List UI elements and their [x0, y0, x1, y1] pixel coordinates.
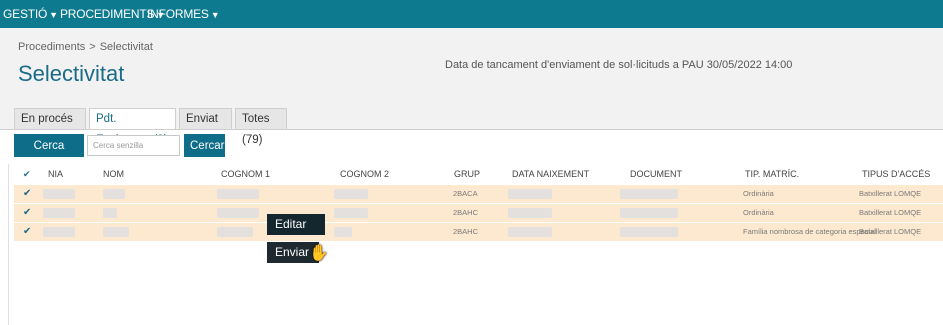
breadcrumb-current: Selectivitat — [99, 41, 153, 53]
breadcrumb-separator: > — [89, 41, 96, 53]
deadline-notice: Data de tancament d'enviament de sol·lic… — [445, 59, 793, 71]
cell-grup: 2BACA — [453, 189, 478, 198]
tabs-divider — [0, 129, 943, 130]
row-checkbox[interactable]: ✔ — [23, 226, 31, 237]
redacted-data-naixement — [508, 208, 552, 218]
table-left-border — [8, 164, 9, 325]
redacted-nia — [43, 208, 75, 218]
table-row[interactable]: ✔ 2BAHC Família nombrosa de categoria es… — [14, 223, 943, 242]
redacted-document — [620, 189, 678, 199]
redacted-nia — [43, 227, 75, 237]
col-data-naixement[interactable]: DATA NAIXEMENT — [512, 169, 589, 179]
col-cognom2[interactable]: COGNOM 2 — [340, 169, 389, 179]
menu-gestio[interactable]: GESTIÓ ▼ — [3, 7, 58, 21]
menu-gestio-label: GESTIÓ — [3, 7, 48, 21]
cell-tip-matric: Ordinària — [743, 208, 774, 217]
redacted-cognom2 — [334, 227, 352, 237]
redacted-data-naixement — [508, 227, 552, 237]
col-grup[interactable]: GRUP — [454, 169, 480, 179]
tab-en-proces[interactable]: En procés (12) — [14, 108, 86, 146]
chevron-down-icon: ▼ — [49, 10, 58, 20]
cell-tip-matric: Ordinària — [743, 189, 774, 198]
redacted-nom — [103, 189, 125, 199]
cell-tipus-acces: Batxillerat LOMQE — [859, 227, 922, 236]
redacted-document — [620, 227, 678, 237]
redacted-cognom2 — [334, 208, 368, 218]
context-menu-editar[interactable]: Editar — [267, 214, 325, 235]
redacted-cognom1 — [217, 208, 259, 218]
select-all-checkbox[interactable]: ✔ — [23, 169, 31, 180]
advanced-search-button[interactable]: Cerca avançada — [14, 134, 84, 175]
search-button[interactable]: Cercar — [184, 134, 225, 157]
table-header: ✔ NIA NOM COGNOM 1 COGNOM 2 GRUP DATA NA… — [14, 164, 943, 186]
cell-tipus-acces: Batxillerat LOMQE — [859, 208, 922, 217]
page-title: Selectivitat — [18, 61, 125, 86]
col-nia[interactable]: NIA — [48, 169, 63, 179]
hand-pointer-icon: ✋ — [309, 245, 329, 262]
col-cognom1[interactable]: COGNOM 1 — [221, 169, 270, 179]
tab-enviat[interactable]: Enviat (64) — [179, 108, 232, 146]
menu-informes-label: INFORMES — [147, 7, 209, 21]
chevron-down-icon: ▼ — [210, 10, 220, 20]
table-row[interactable]: ✔ 2BACA Ordinària Batxillerat LOMQE — [14, 185, 943, 204]
redacted-data-naixement — [508, 189, 552, 199]
redacted-document — [620, 208, 678, 218]
breadcrumb: Procediments > Selectivitat — [18, 41, 153, 53]
tab-totes[interactable]: Totes (79) — [235, 108, 287, 146]
redacted-cognom1 — [217, 189, 259, 199]
menu-informes[interactable]: INFORMES ▼ — [147, 7, 220, 21]
col-tipus-acces[interactable]: TIPUS D'ACCÉS — [862, 169, 930, 179]
breadcrumb-root[interactable]: Procediments — [18, 41, 85, 53]
cell-grup: 2BAHC — [453, 208, 479, 217]
cell-tipus-acces: Batxillerat LOMQE — [859, 189, 922, 198]
col-tip-matric[interactable]: TIP. MATRÍC. — [745, 169, 799, 179]
redacted-cognom1 — [217, 227, 253, 237]
redacted-nom — [103, 208, 117, 218]
col-nom[interactable]: NOM — [103, 169, 124, 179]
search-input[interactable]: Cerca senzilla — [87, 135, 180, 156]
redacted-nia — [43, 189, 75, 199]
cell-tip-matric: Família nombrosa de categoria especial — [743, 227, 876, 236]
col-document[interactable]: DOCUMENT — [630, 169, 682, 179]
row-checkbox[interactable]: ✔ — [23, 207, 31, 218]
row-checkbox[interactable]: ✔ — [23, 188, 31, 199]
cell-grup: 2BAHC — [453, 227, 479, 236]
redacted-cognom2 — [334, 189, 368, 199]
menu-procediments-label: PROCEDIMENTS — [60, 7, 155, 21]
redacted-nom — [103, 227, 129, 237]
tab-pdt-enviament[interactable]: Pdt. Enviament (3) — [89, 108, 176, 146]
table-row[interactable]: ✔ 2BAHC Ordinària Batxillerat LOMQE — [14, 204, 943, 223]
